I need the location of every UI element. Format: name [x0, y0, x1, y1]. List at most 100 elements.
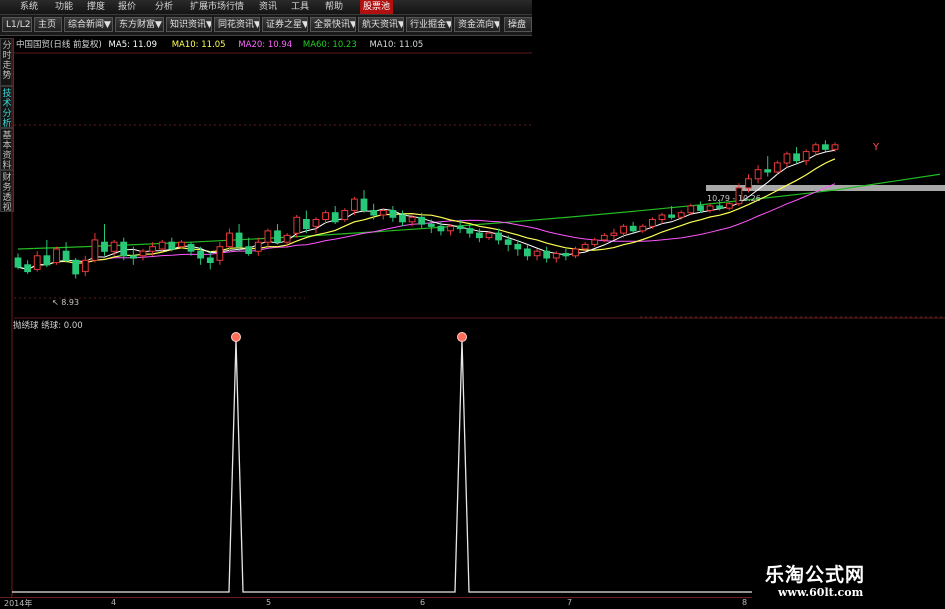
candle-body	[514, 243, 522, 250]
candle-body	[187, 243, 195, 252]
candle-body	[254, 241, 262, 252]
candle-body	[524, 248, 531, 257]
candle-body	[572, 248, 579, 257]
x-tick-label: 2014年	[4, 599, 33, 608]
candle-body	[620, 225, 628, 234]
candle-body	[677, 212, 685, 218]
candle-body	[53, 248, 60, 264]
candle-body	[283, 234, 291, 243]
candle-body	[370, 210, 378, 216]
watermark-text: 乐淘公式网	[765, 564, 866, 586]
x-tick-label: 4	[111, 598, 117, 607]
candle-body	[725, 203, 733, 209]
candle-body	[168, 241, 176, 250]
candle-body	[649, 219, 656, 227]
candle-body	[206, 257, 214, 263]
candle-body	[360, 198, 368, 211]
candle-body	[139, 250, 147, 257]
candle-body	[562, 253, 570, 257]
candle-body	[831, 144, 839, 150]
indicator-ball-marker	[231, 332, 241, 342]
candle-body	[754, 169, 762, 180]
candle-body	[351, 198, 358, 211]
candle-body	[216, 246, 224, 261]
candle-body	[24, 264, 32, 273]
low-price-label: ↖ 8.93	[52, 298, 80, 307]
watermark-url: www.60lt.com	[778, 586, 864, 599]
candle-body	[149, 246, 156, 252]
candle-body	[600, 234, 608, 241]
candle-body	[552, 253, 560, 259]
x-tick-label: 7	[567, 598, 573, 607]
candle-body	[610, 232, 618, 236]
candle-body	[245, 246, 253, 254]
candle-body	[802, 151, 810, 162]
candle-body	[687, 205, 695, 214]
chart-grid	[11, 38, 945, 597]
candle-body	[783, 153, 791, 164]
candle-body	[485, 232, 493, 239]
candle-body	[591, 239, 599, 245]
candle-body	[533, 250, 541, 257]
candle-body	[81, 259, 89, 273]
candle-body	[91, 239, 99, 261]
x-tick-label: 5	[266, 598, 272, 607]
candle-body	[658, 214, 666, 220]
candle-body	[745, 178, 752, 189]
candle-body	[62, 250, 70, 261]
candle-body	[33, 255, 41, 270]
candle-body	[101, 241, 108, 252]
kline-chart	[11, 38, 945, 597]
candle-body	[466, 228, 474, 234]
candle-body	[110, 241, 118, 252]
candle-body	[504, 239, 512, 245]
candle-body	[639, 225, 647, 232]
candle-body	[379, 210, 387, 216]
candle-body	[418, 216, 426, 225]
moving-average-lines	[17, 149, 941, 271]
candle-body	[43, 255, 51, 266]
candle-body	[274, 230, 281, 243]
candle-body	[303, 219, 310, 230]
candle-body	[812, 144, 820, 153]
candle-body	[716, 205, 724, 209]
candle-body	[178, 241, 185, 248]
candle-body	[322, 212, 330, 220]
candle-body	[706, 205, 714, 211]
candle-body	[495, 232, 503, 241]
candle-body	[14, 257, 22, 268]
candle-body	[773, 162, 781, 173]
candle-body	[697, 205, 704, 211]
candle-body	[581, 243, 589, 250]
range-label: 10.79 - 10.26	[707, 194, 761, 203]
candle-body	[120, 241, 128, 257]
candle-body	[476, 232, 483, 239]
candle-body	[543, 250, 551, 259]
candle-body	[130, 255, 137, 259]
candle-body	[235, 232, 243, 248]
stock-software-window: { "menu": ["系统","功能","报价","分析","扩展市场行情",…	[0, 0, 945, 609]
indicator-label: 抛绣球 绣球: 0.00	[13, 321, 83, 331]
candle-body	[389, 210, 397, 218]
candle-body	[399, 214, 406, 223]
candle-body	[629, 225, 637, 232]
candle-body	[822, 144, 829, 150]
marker-y: Y	[873, 142, 880, 153]
candle-body	[264, 230, 272, 243]
candle-body	[668, 214, 676, 218]
candle-body	[158, 241, 166, 250]
candle-body	[312, 219, 320, 227]
x-tick-label: 6	[420, 598, 426, 607]
candle-body	[427, 223, 435, 227]
candle-body	[72, 259, 80, 275]
candle-body	[408, 216, 416, 223]
candle-body	[341, 210, 349, 221]
candle-body	[793, 153, 801, 162]
candle-body	[456, 225, 464, 230]
x-tick-label: 8	[742, 598, 748, 607]
indicator-ball-marker	[457, 332, 467, 342]
candle-body	[447, 225, 454, 232]
candle-body	[437, 225, 445, 232]
candle-body	[226, 232, 233, 248]
candle-body	[197, 250, 204, 259]
